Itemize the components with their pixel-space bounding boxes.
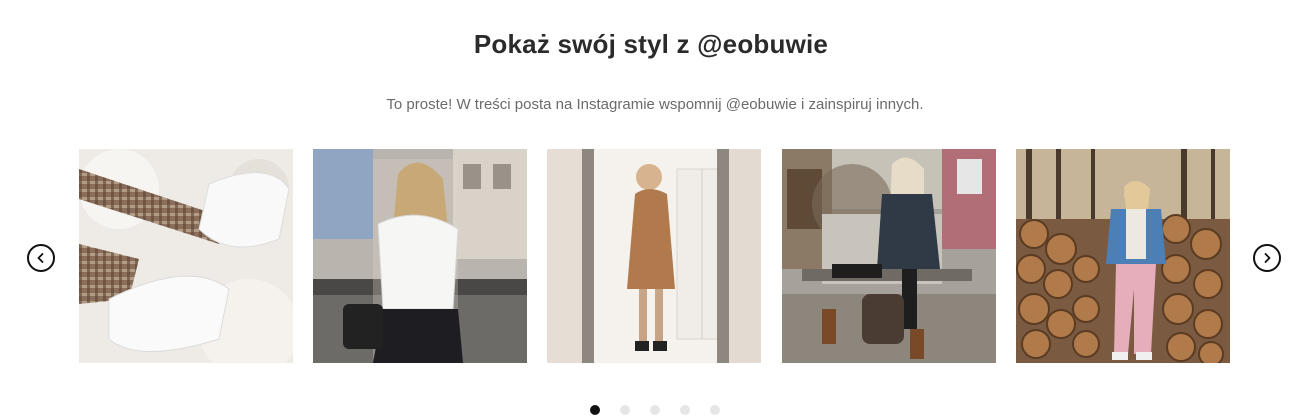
photo-mirror-selfie-image — [547, 149, 761, 363]
instagram-photo-4[interactable] — [782, 149, 996, 363]
carousel-dot-1[interactable] — [590, 405, 600, 415]
carousel-dot-3[interactable] — [650, 405, 660, 415]
instagram-photo-2[interactable] — [313, 149, 527, 363]
instagram-photo-3[interactable] — [547, 149, 761, 363]
carousel-pagination — [0, 405, 1302, 416]
instagram-photo-1[interactable] — [79, 149, 293, 363]
section-title: Pokaż swój styl z @eobuwie — [473, 29, 829, 59]
carousel-dot-2[interactable] — [620, 405, 630, 415]
photo-woman-white-shirt-image — [313, 149, 527, 363]
carousel-dot-4[interactable] — [680, 405, 690, 415]
photo-sneakers-image — [79, 149, 293, 363]
instagram-carousel — [0, 149, 1302, 363]
instagram-photo-5[interactable] — [1016, 149, 1230, 363]
photo-woman-bench-image — [782, 149, 996, 363]
carousel-dot-5[interactable] — [710, 405, 720, 415]
photo-woman-logs-image — [1016, 149, 1230, 363]
section-subtitle: To proste! W treści posta na Instagramie… — [386, 96, 924, 113]
